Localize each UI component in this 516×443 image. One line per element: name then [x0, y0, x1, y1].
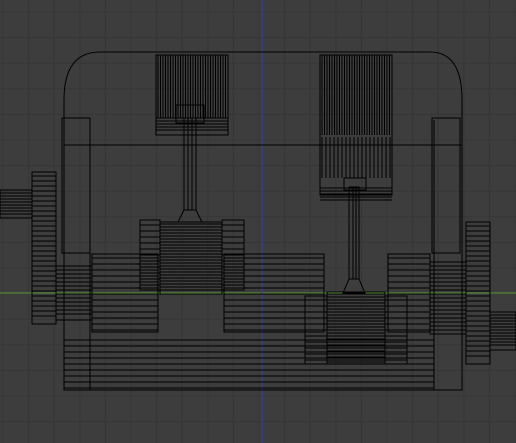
- shaft-end-left: [0, 189, 33, 219]
- cylinder-right: [319, 54, 393, 201]
- left-side-plate: [61, 117, 91, 254]
- engine-block: [63, 51, 463, 391]
- cylinder-sleeve: [319, 54, 393, 196]
- wireframe-scene[interactable]: [0, 0, 516, 443]
- right-side-plate: [431, 117, 461, 254]
- connecting-rod-left: [177, 117, 203, 223]
- crankshaft: [91, 219, 431, 365]
- 3d-viewport[interactable]: [0, 0, 516, 443]
- oil-pan-rails: [64, 339, 434, 389]
- viewport-grid: [0, 0, 516, 443]
